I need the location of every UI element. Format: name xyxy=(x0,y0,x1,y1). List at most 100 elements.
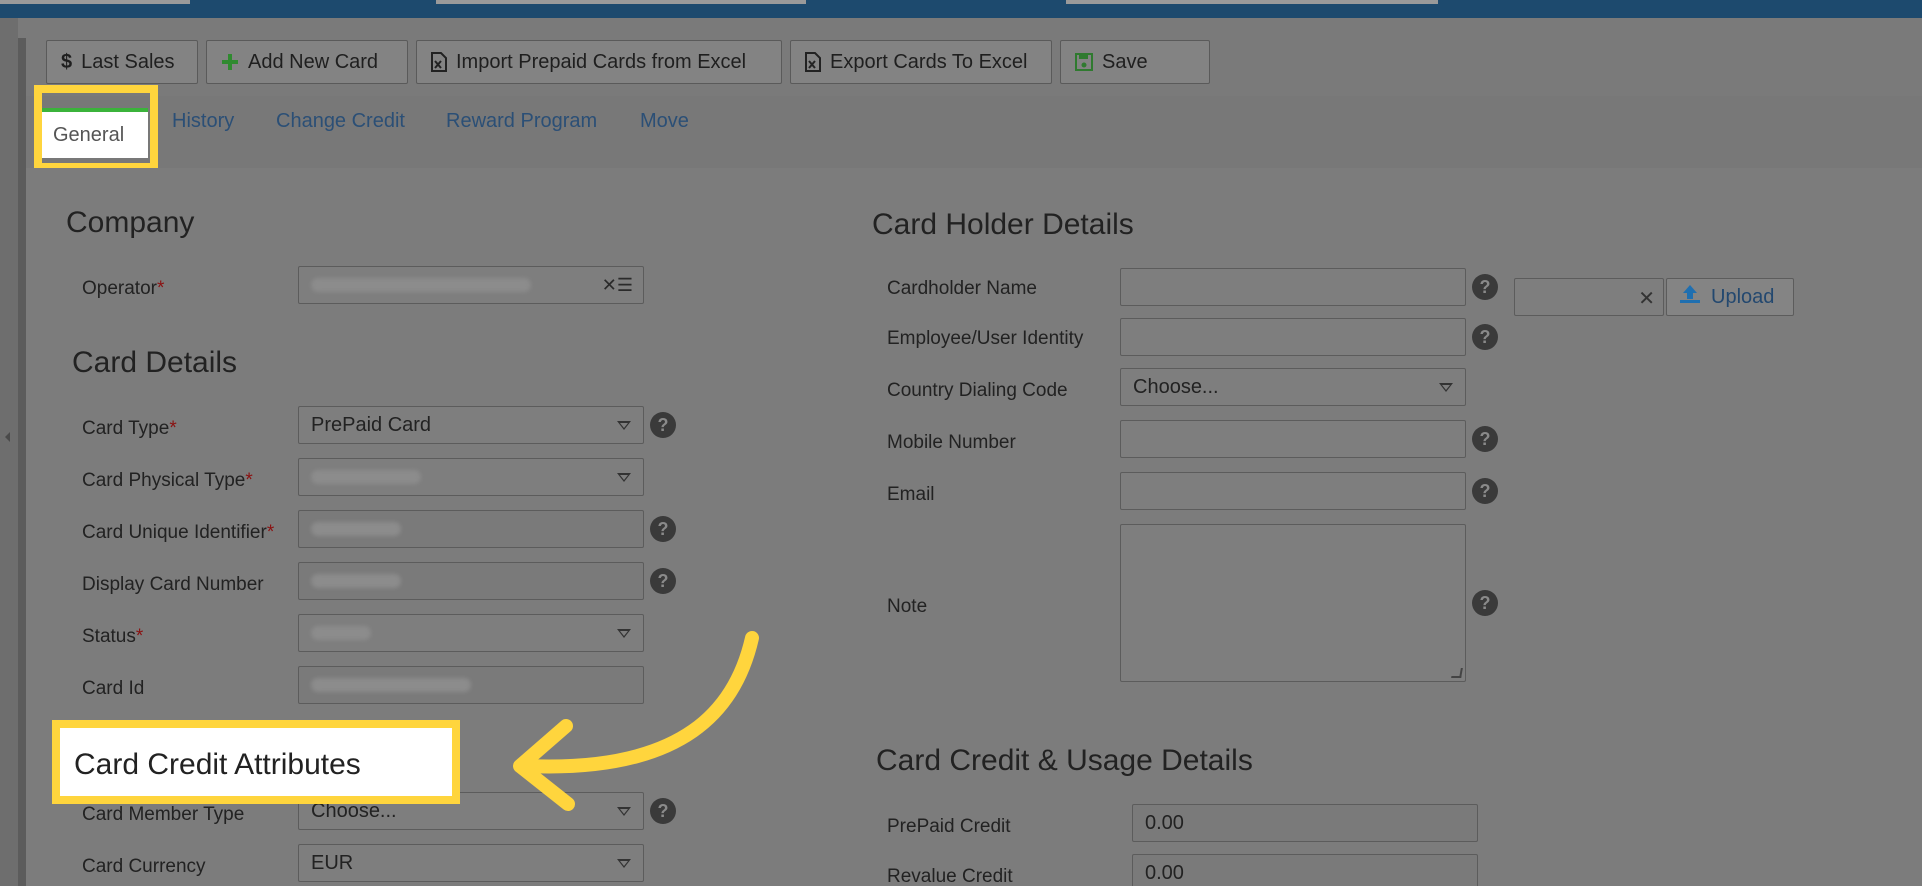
tab-change-credit[interactable]: Change Credit xyxy=(276,110,405,133)
tab-bar: General History Change Credit Reward Pro… xyxy=(26,96,1922,168)
currency-label: Card Currency xyxy=(82,856,206,877)
top-bar-field[interactable] xyxy=(436,0,806,4)
rail-divider xyxy=(18,38,26,886)
help-icon[interactable]: ? xyxy=(1472,274,1498,300)
physical-type-select[interactable] xyxy=(298,458,644,496)
tab-history[interactable]: History xyxy=(172,110,234,133)
country-code-select[interactable]: Choose... xyxy=(1120,368,1466,406)
cardholder-name-label: Cardholder Name xyxy=(887,278,1037,299)
card-id-value-redacted xyxy=(311,678,471,692)
employee-identity-label: Employee/User Identity xyxy=(887,328,1084,349)
tab-move[interactable]: Move xyxy=(640,110,689,133)
card-type-label: Card Type* xyxy=(82,418,177,440)
revalue-credit-field[interactable]: 0.00 xyxy=(1132,854,1478,886)
clear-icon[interactable]: ✕ xyxy=(1638,286,1655,311)
tab-general[interactable]: General xyxy=(40,108,148,158)
chevron-down-icon xyxy=(617,473,631,482)
required-mark: * xyxy=(245,470,253,491)
card-type-label-text: Card Type xyxy=(82,418,170,439)
physical-type-value-redacted xyxy=(311,470,421,484)
export-cards-button[interactable]: Export Cards To Excel xyxy=(790,40,1052,84)
status-label: Status* xyxy=(82,626,143,648)
add-new-card-label: Add New Card xyxy=(248,50,379,73)
add-new-card-button[interactable]: Add New Card xyxy=(206,40,408,84)
required-mark: * xyxy=(156,278,165,299)
operator-value-redacted xyxy=(311,278,531,292)
help-icon[interactable]: ? xyxy=(1472,426,1498,452)
help-icon[interactable]: ? xyxy=(1472,590,1498,616)
upload-label: Upload xyxy=(1711,285,1775,308)
plus-icon xyxy=(221,53,239,71)
cardholder-name-input[interactable] xyxy=(1120,268,1466,306)
physical-type-label-text: Card Physical Type xyxy=(82,470,246,491)
display-number-label: Display Card Number xyxy=(82,574,264,595)
photo-file-input[interactable]: ✕ xyxy=(1514,278,1664,316)
operator-label: Operator* xyxy=(82,278,164,300)
help-icon[interactable]: ? xyxy=(650,568,676,594)
email-label: Email xyxy=(887,484,935,505)
help-icon[interactable]: ? xyxy=(650,412,676,438)
left-sidebar-rail xyxy=(0,18,18,886)
member-type-label: Card Member Type xyxy=(82,804,245,825)
collapse-arrow-icon[interactable] xyxy=(5,432,10,442)
chevron-down-icon xyxy=(617,859,631,868)
unique-id-field[interactable] xyxy=(298,510,644,548)
card-holder-section-title: Card Holder Details xyxy=(872,208,1134,241)
required-mark: * xyxy=(169,418,177,439)
currency-value: EUR xyxy=(311,851,354,874)
revalue-credit-label: Revalue Credit xyxy=(887,866,1013,886)
mobile-number-label: Mobile Number xyxy=(887,432,1016,453)
import-prepaid-label: Import Prepaid Cards from Excel xyxy=(456,50,747,73)
upload-icon xyxy=(1679,284,1701,310)
note-textarea[interactable] xyxy=(1120,524,1466,682)
prepaid-credit-field[interactable]: 0.00 xyxy=(1132,804,1478,842)
excel-file-icon xyxy=(431,52,447,72)
operator-label-text: Operator xyxy=(82,278,157,299)
top-bar-field[interactable] xyxy=(0,0,190,4)
form-content: Company Operator* ✕☰ Card Details Card T… xyxy=(26,168,1922,886)
export-cards-label: Export Cards To Excel xyxy=(830,50,1028,73)
display-number-field[interactable] xyxy=(298,562,644,600)
top-navigation-bar xyxy=(0,0,1922,18)
help-icon[interactable]: ? xyxy=(1472,324,1498,350)
clear-list-icon[interactable]: ✕☰ xyxy=(602,275,633,296)
country-code-value: Choose... xyxy=(1133,375,1219,398)
currency-select[interactable]: EUR xyxy=(298,844,644,882)
last-sales-button[interactable]: $ Last Sales xyxy=(46,40,198,84)
card-type-value: PrePaid Card xyxy=(311,413,432,436)
help-icon[interactable]: ? xyxy=(650,516,676,542)
required-mark: * xyxy=(266,522,275,543)
mobile-number-input[interactable] xyxy=(1120,420,1466,458)
unique-id-value-redacted xyxy=(311,522,401,536)
physical-type-label: Card Physical Type* xyxy=(82,470,253,492)
resize-handle-icon[interactable] xyxy=(1451,668,1463,678)
note-label: Note xyxy=(887,596,928,617)
required-mark: * xyxy=(135,626,144,647)
prepaid-credit-label: PrePaid Credit xyxy=(887,816,1011,837)
tab-reward-program[interactable]: Reward Program xyxy=(446,110,597,133)
revalue-credit-value: 0.00 xyxy=(1145,861,1184,884)
card-id-label: Card Id xyxy=(82,678,145,699)
unique-id-label-text: Card Unique Identifier xyxy=(82,522,267,543)
prepaid-credit-value: 0.00 xyxy=(1145,811,1184,834)
import-prepaid-button[interactable]: Import Prepaid Cards from Excel xyxy=(416,40,782,84)
top-bar-field[interactable] xyxy=(1066,0,1438,4)
help-icon[interactable]: ? xyxy=(1472,478,1498,504)
email-input[interactable] xyxy=(1120,472,1466,510)
curved-arrow-icon xyxy=(513,631,759,811)
chevron-down-icon xyxy=(617,421,631,430)
save-label: Save xyxy=(1102,50,1148,73)
save-button[interactable]: Save xyxy=(1060,40,1210,84)
card-details-section-title: Card Details xyxy=(72,346,238,379)
upload-button[interactable]: Upload xyxy=(1666,278,1794,316)
card-type-select[interactable]: PrePaid Card xyxy=(298,406,644,444)
unique-id-label: Card Unique Identifier* xyxy=(82,522,274,544)
card-editor-panel: $ Last Sales Add New Card Import Prepaid… xyxy=(26,18,1922,886)
tab-general-label: General xyxy=(53,124,125,146)
dollar-icon: $ xyxy=(61,50,73,73)
last-sales-label: Last Sales xyxy=(81,50,175,73)
card-credit-attributes-title: Card Credit Attributes xyxy=(74,748,361,781)
chevron-down-icon xyxy=(1439,383,1453,392)
employee-identity-input[interactable] xyxy=(1120,318,1466,356)
operator-field[interactable]: ✕☰ xyxy=(298,266,644,304)
